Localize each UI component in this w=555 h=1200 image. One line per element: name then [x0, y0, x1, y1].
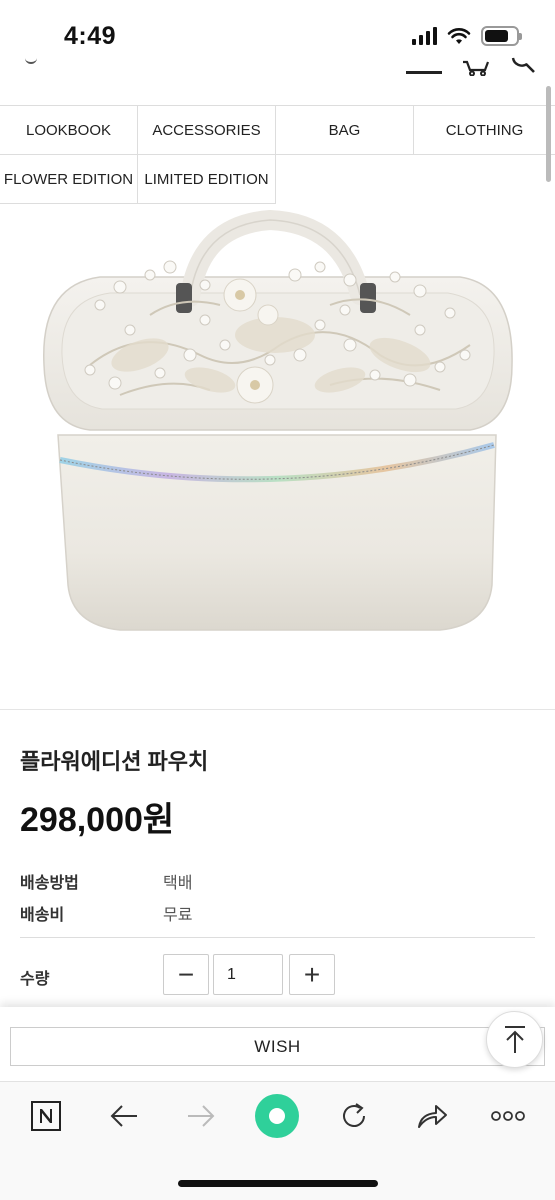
category-accessories[interactable]: ACCESSORIES [138, 106, 276, 155]
reload-icon [343, 1103, 365, 1127]
shipping-method-value: 택배 [163, 875, 193, 892]
category-row-1: LOOKBOOK ACCESSORIES BAG CLOTHING [0, 106, 555, 155]
cart-icon[interactable] [462, 60, 490, 76]
back-button[interactable] [100, 1096, 148, 1136]
category-row-2: FLOWER EDITION LIMITED EDITION [0, 155, 555, 204]
status-icons [412, 26, 522, 46]
shipping-fee-label: 배송비 [20, 907, 65, 924]
share-icon [418, 1105, 447, 1128]
category-nav: LOOKBOOK ACCESSORIES BAG CLOTHING FLOWER… [0, 105, 555, 204]
forward-arrow-icon [188, 1105, 215, 1127]
home-indicator [178, 1180, 378, 1187]
quantity-label: 수량 [20, 971, 50, 988]
home-button[interactable] [253, 1092, 301, 1140]
info-divider [20, 937, 535, 938]
shipping-method-row: 배송방법 택배 [20, 869, 192, 893]
more-button[interactable] [484, 1096, 532, 1136]
category-lookbook[interactable]: LOOKBOOK [0, 106, 138, 155]
product-price: 298,000원 [20, 801, 175, 839]
shipping-fee-value: 무료 [163, 907, 193, 924]
naver-n-button[interactable] [22, 1096, 70, 1136]
category-clothing[interactable]: CLOTHING [414, 106, 555, 155]
scroll-top-button[interactable] [486, 1011, 543, 1068]
logo-icon[interactable] [25, 54, 37, 64]
back-arrow-icon [110, 1105, 137, 1127]
signal-icon [412, 27, 437, 45]
arrow-up-icon [504, 1025, 525, 1053]
search-icon[interactable] [510, 56, 536, 74]
site-header [0, 52, 555, 106]
shipping-fee-row: 배송비 무료 [20, 901, 192, 925]
action-bar: WISH [0, 1007, 555, 1081]
shipping-method-label: 배송방법 [20, 875, 79, 892]
product-image [0, 205, 555, 710]
category-flower-edition[interactable]: FLOWER EDITION [0, 155, 138, 204]
wish-button[interactable]: WISH [10, 1027, 545, 1066]
page-scrollbar[interactable] [546, 86, 551, 182]
wifi-icon [447, 28, 471, 44]
naver-n-icon [31, 1101, 61, 1131]
vanity-pouch-image [43, 209, 513, 631]
share-button[interactable] [408, 1096, 456, 1136]
home-green-icon [255, 1094, 299, 1138]
category-bag[interactable]: BAG [276, 106, 414, 155]
reload-button[interactable] [330, 1096, 378, 1136]
menu-icon[interactable] [406, 66, 442, 74]
category-limited-edition[interactable]: LIMITED EDITION [138, 155, 276, 204]
quantity-minus-button[interactable]: − [163, 954, 209, 995]
quantity-input[interactable]: 1 [213, 954, 283, 995]
product-name: 플라워에디션 파우치 [20, 749, 209, 774]
more-icon [491, 1111, 525, 1121]
forward-button[interactable] [177, 1096, 225, 1136]
quantity-plus-button[interactable]: + [289, 954, 335, 995]
status-time: 4:49 [64, 22, 117, 50]
battery-icon [481, 26, 522, 46]
